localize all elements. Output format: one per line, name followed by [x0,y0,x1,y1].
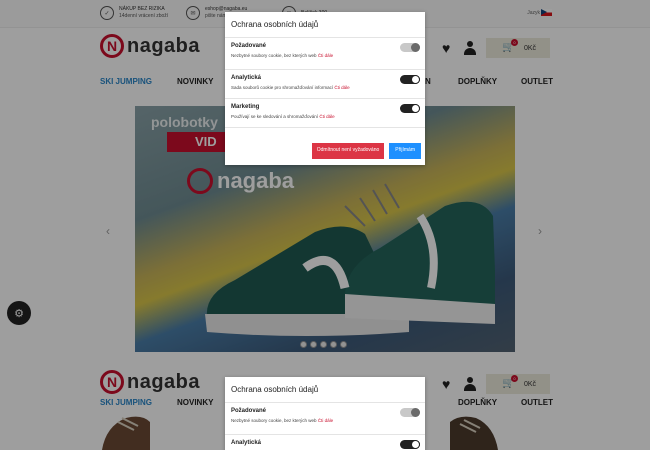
reject-button[interactable]: Odmítnout není vyžadováno [311,143,385,159]
cookie-row-desc: Sada souborů cookie pro shromažďování in… [231,85,334,90]
cookie-row-title: Analytická [231,75,262,81]
required-toggle [400,408,420,417]
read-more-link[interactable]: Čti dále [318,53,333,58]
cookie-row-desc: Používají se ke sledování a shromažďován… [231,114,319,119]
analytics-toggle[interactable] [400,75,420,84]
page: ✓ NÁKUP BEZ RIZIKA 14denní vrácení zboží … [0,0,650,450]
read-more-link[interactable]: Čti dále [334,85,349,90]
modal-title: Ochrana osobních údajů [225,12,425,38]
required-toggle [400,43,420,52]
cookie-row-title: Marketing [231,104,260,110]
marketing-toggle[interactable] [400,104,420,113]
cookie-row-required: Požadované Nezbytné soubory cookie, bez … [225,38,425,70]
cookie-row-title: Požadované [231,43,267,49]
cookie-row-desc: Nezbytné soubory cookie, bez kterých web [231,418,317,423]
analytics-toggle[interactable] [400,440,420,449]
modal-title: Ochrana osobních údajů [225,377,425,403]
cookie-consent-modal: Ochrana osobních údajů Požadované Nezbyt… [225,12,425,165]
cookie-row-title: Požadované [231,408,267,414]
accept-button[interactable]: Přijímám [389,143,421,159]
read-more-link[interactable]: Čti dále [319,114,334,119]
cookie-row-analytics: Analytická Sada souborů cookie pro shrom… [225,70,425,99]
cookie-row-marketing: Marketing Používají se ke sledování a sh… [225,99,425,128]
cookie-row-analytics: Analytická [225,435,425,450]
read-more-link[interactable]: Čti dále [318,418,333,423]
cookie-row-title: Analytická [231,440,262,446]
cookie-row-desc: Nezbytné soubory cookie, bez kterých web [231,53,317,58]
cookie-row-required: Požadované Nezbytné soubory cookie, bez … [225,403,425,435]
cookie-consent-modal-repeat: Ochrana osobních údajů Požadované Nezbyt… [225,377,425,450]
